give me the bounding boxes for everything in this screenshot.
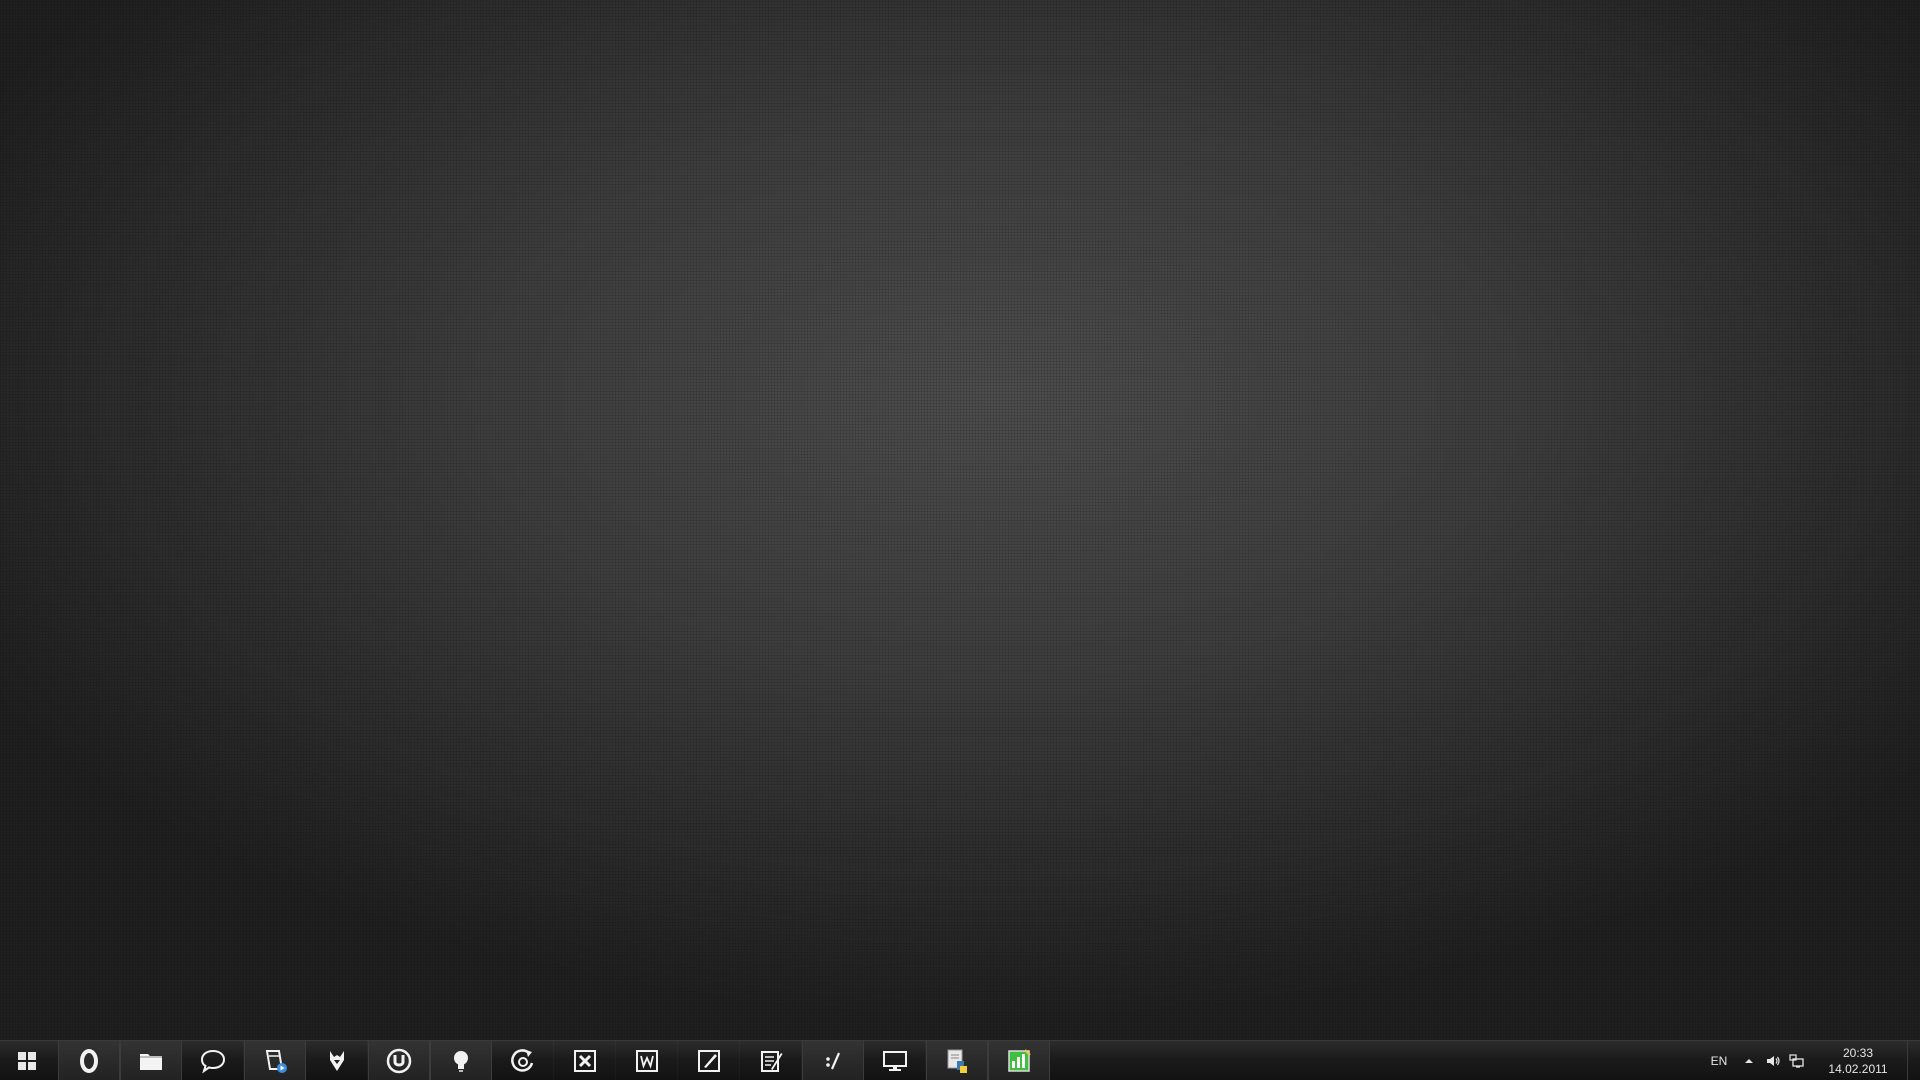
word-icon	[635, 1049, 658, 1072]
taskbar: EN 20:33 14.02.2011	[0, 1040, 1920, 1080]
taskbar-buttons	[58, 1041, 1050, 1080]
opera-button[interactable]	[58, 1041, 120, 1080]
sync-icon	[510, 1048, 533, 1072]
film-play-icon	[265, 1049, 287, 1073]
fox-icon	[329, 1050, 344, 1071]
system-tray: EN 20:33 14.02.2011	[1701, 1041, 1920, 1080]
python-button[interactable]	[926, 1041, 988, 1080]
utorrent-icon	[386, 1048, 412, 1073]
network-button[interactable]	[1785, 1041, 1809, 1080]
task-manager-icon	[1008, 1048, 1031, 1072]
lightbulb-app-button[interactable]	[430, 1041, 492, 1080]
windows-logo-icon	[18, 1051, 36, 1070]
clock-date: 14.02.2011	[1828, 1061, 1888, 1076]
show-desktop-button[interactable]	[1907, 1041, 1920, 1080]
clock[interactable]: 20:33 14.02.2011	[1809, 1041, 1907, 1080]
python-icon	[947, 1049, 967, 1073]
utorrent-button[interactable]	[368, 1041, 430, 1080]
paint-icon	[697, 1049, 720, 1072]
speech-bubble-icon	[200, 1049, 225, 1074]
excel-button[interactable]	[554, 1041, 616, 1080]
command-icon	[826, 1052, 841, 1069]
start-button[interactable]	[0, 1041, 54, 1080]
excel-icon	[573, 1049, 596, 1072]
word-button[interactable]	[616, 1041, 678, 1080]
volume-button[interactable]	[1761, 1041, 1785, 1080]
task-manager-button[interactable]	[988, 1041, 1050, 1080]
network-icon	[1789, 1053, 1804, 1068]
language-indicator[interactable]: EN	[1701, 1041, 1737, 1080]
remote-desktop-button[interactable]	[864, 1041, 926, 1080]
monitor-icon	[882, 1050, 907, 1071]
folder-icon	[140, 1053, 162, 1070]
desktop-background[interactable]	[0, 0, 1920, 1040]
volume-icon	[1767, 1055, 1780, 1066]
show-hidden-icons-icon	[1745, 1058, 1753, 1063]
sync-app-button[interactable]	[492, 1041, 554, 1080]
media-player-button[interactable]	[244, 1041, 306, 1080]
explorer-button[interactable]	[120, 1041, 182, 1080]
show-hidden-icons-button[interactable]	[1737, 1041, 1761, 1080]
paint-button[interactable]	[678, 1041, 740, 1080]
clock-time: 20:33	[1842, 1045, 1874, 1060]
notepad-button[interactable]	[740, 1041, 802, 1080]
opera-icon	[80, 1048, 98, 1073]
chat-button[interactable]	[182, 1041, 244, 1080]
notepad-icon	[760, 1050, 782, 1072]
command-button[interactable]	[802, 1041, 864, 1080]
fox-app-button[interactable]	[306, 1041, 368, 1080]
lightbulb-icon	[454, 1050, 468, 1072]
